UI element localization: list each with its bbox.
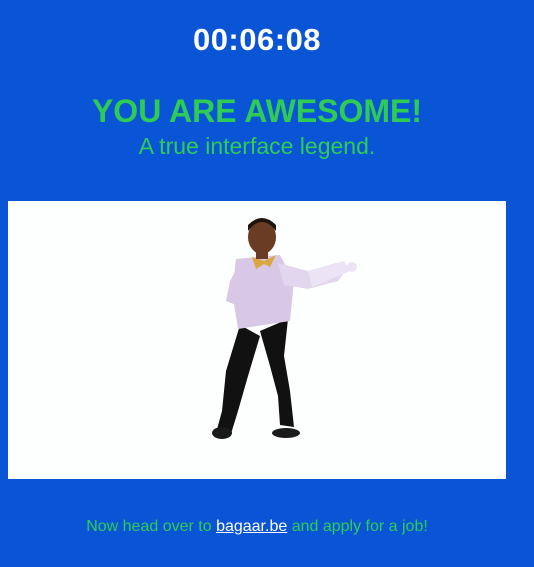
footer-message: Now head over to bagaar.be and apply for… <box>0 518 514 536</box>
timer: 00:06:08 <box>192 22 322 57</box>
dancing-man-image <box>8 201 506 479</box>
bagaar-link[interactable]: bagaar.be <box>216 518 287 535</box>
footer-prefix: Now head over to <box>86 518 217 535</box>
subline: A true interface legend. <box>138 133 376 159</box>
headline: YOU ARE AWESOME! <box>91 93 423 129</box>
footer-suffix: and apply for a job! <box>287 518 428 535</box>
